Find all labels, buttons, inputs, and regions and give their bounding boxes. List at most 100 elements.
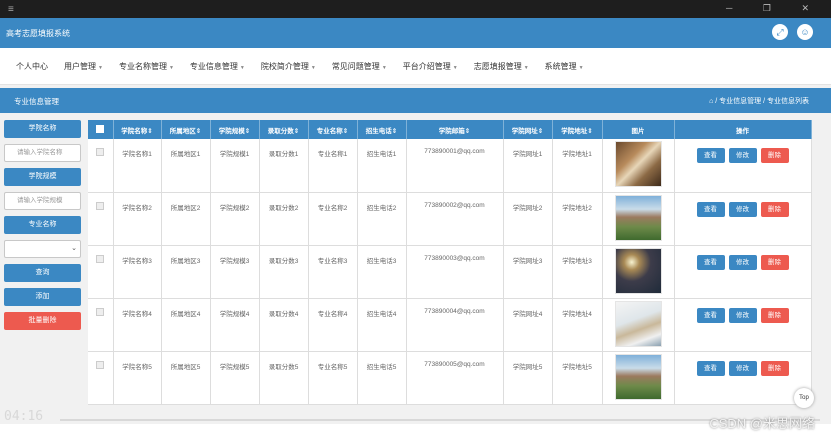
add-button[interactable]: 添加 [4,288,81,306]
page-header-bar: 专业信息管理 ⌂ / 专业信息管理 / 专业信息列表 [0,88,831,113]
fullscreen-icon[interactable]: ⤢ [772,24,788,40]
table-cell: 专业名称2 [308,192,358,246]
column-header[interactable]: 学院邮箱⇕ [406,120,504,139]
window-controls[interactable]: ─ ❐ ✕ [726,3,823,14]
back-to-top-button[interactable]: Top [794,388,814,408]
edit-button[interactable]: 修改 [728,307,757,323]
view-button[interactable]: 查看 [696,307,725,323]
bottom-strip [0,424,831,442]
actions-cell: 查看 修改 删除 [674,245,812,299]
row-select-cell[interactable] [88,139,114,193]
view-button[interactable]: 查看 [696,360,725,376]
nav-item[interactable]: 用户管理 ▼ [64,61,103,72]
table-cell: 所属地区4 [161,298,211,352]
school-name-input[interactable]: 请输入学院名称 [4,144,81,162]
caret-down-icon: ▼ [452,64,458,71]
row-checkbox[interactable] [96,360,105,369]
delete-button[interactable]: 删除 [760,307,789,323]
row-checkbox[interactable] [96,201,105,210]
column-header[interactable]: 学院地址⇕ [552,120,603,139]
table-cell: 学院网址5 [503,351,553,405]
caret-down-icon: ▼ [578,64,584,71]
table-cell: 学院规模2 [210,192,260,246]
view-button[interactable]: 查看 [696,148,725,163]
nav-item-label: 院校简介管理 [260,61,309,71]
column-header[interactable]: 专业名称⇕ [308,120,358,139]
image-cell [602,245,675,299]
column-header[interactable]: 学院网址⇕ [503,120,553,139]
row-checkbox[interactable] [96,148,105,156]
table-cell: 学院地址1 [552,139,603,193]
delete-button[interactable]: 删除 [760,201,789,217]
caret-down-icon: ▼ [523,64,529,71]
user-avatar-icon[interactable]: ☺ [797,24,813,40]
nav-item[interactable]: 院校简介管理 ▼ [261,61,316,72]
select-all-checkbox[interactable] [96,124,105,133]
nav-item[interactable]: 平台介绍管理 ▼ [403,61,458,72]
column-header: 图片 [602,120,675,139]
major-name-select[interactable]: ⌄ [4,240,81,258]
table-row: 学院名称1 所属地区1 学院规模1 录取分数1 专业名称1 招生电话1 773890001@… [88,139,812,193]
table-cell: 录取分数1 [259,139,309,193]
school-scale-input[interactable]: 请输入学院规模 [4,192,81,210]
table-row: 学院名称4 所属地区4 学院规模4 录取分数4 专业名称4 招生电话4 773890004@… [88,298,812,352]
data-table-container: 学院名称⇕ 所属地区⇕ 学院规模⇕ 录取分数⇕ 专业名称⇕ 招生电话⇕ 学院邮箱⇕ 学院网址⇕… [88,120,812,405]
table-cell: 录取分数2 [259,192,309,246]
table-cell: 所属地区3 [161,245,211,299]
table-cell: 所属地区5 [161,351,211,405]
nav-item[interactable]: 专业名称管理 ▼ [119,61,174,72]
view-button[interactable]: 查看 [696,254,725,270]
row-checkbox[interactable] [96,254,105,263]
table-cell: 学院规模5 [210,351,260,405]
row-checkbox[interactable] [96,307,105,316]
nav-item[interactable]: 专业信息管理 ▼ [190,61,245,72]
table-cell: 学院地址3 [552,245,603,299]
table-cell: 773890004@qq.com [406,298,504,352]
row-select-cell[interactable] [88,192,114,246]
table-cell: 学院规模4 [210,298,260,352]
column-header[interactable]: 所属地区⇕ [161,120,211,139]
nav-item-label: 系统管理 [544,61,577,71]
nav-item-label: 志愿填报管理 [473,61,522,71]
nav-item[interactable]: 系统管理 ▼ [545,61,584,72]
nav-item[interactable]: 常见问题管理 ▼ [332,61,387,72]
table-cell: 学院地址5 [552,351,603,405]
column-header[interactable]: 招生电话⇕ [357,120,407,139]
column-header[interactable]: 录取分数⇕ [259,120,309,139]
watermark: CSDN @米思网络 [709,416,815,431]
table-cell: 学院名称1 [113,139,162,193]
actions-cell: 查看 修改 删除 [674,192,812,246]
row-select-cell[interactable] [88,298,114,352]
batch-delete-button[interactable]: 批量删除 [4,312,81,330]
caret-down-icon: ▼ [310,64,316,71]
table-cell: 学院地址4 [552,298,603,352]
hamburger-menu-icon[interactable]: ≡ [8,4,14,15]
edit-button[interactable]: 修改 [728,254,757,270]
edit-button[interactable]: 修改 [728,360,757,376]
delete-button[interactable]: 删除 [760,360,789,376]
column-header[interactable]: 学院规模⇕ [210,120,260,139]
table-cell: 招生电话3 [357,245,407,299]
table-cell: 招生电话2 [357,192,407,246]
query-button[interactable]: 查询 [4,264,81,282]
table-cell: 学院网址2 [503,192,553,246]
edit-button[interactable]: 修改 [728,201,757,217]
delete-button[interactable]: 删除 [760,254,789,270]
table-cell: 学院规模3 [210,245,260,299]
breadcrumb[interactable]: ⌂ / 专业信息管理 / 专业信息列表 [709,96,809,106]
edit-button[interactable]: 修改 [728,148,757,163]
table-cell: 录取分数3 [259,245,309,299]
night-field-photo [614,247,662,294]
caret-down-icon: ▼ [381,64,387,71]
campus-photo [614,194,662,241]
nav-item[interactable]: 个人中心 [16,61,48,72]
nav-item[interactable]: 志愿填报管理 ▼ [474,61,529,72]
table-cell: 招生电话5 [357,351,407,405]
select-all-cell[interactable] [88,120,114,139]
column-header[interactable]: 学院名称⇕ [113,120,162,139]
view-button[interactable]: 查看 [696,201,725,217]
row-select-cell[interactable] [88,245,114,299]
table-row: 学院名称2 所属地区2 学院规模2 录取分数2 专业名称2 招生电话2 773890002@… [88,192,812,246]
row-select-cell[interactable] [88,351,114,405]
delete-button[interactable]: 删除 [760,148,789,163]
